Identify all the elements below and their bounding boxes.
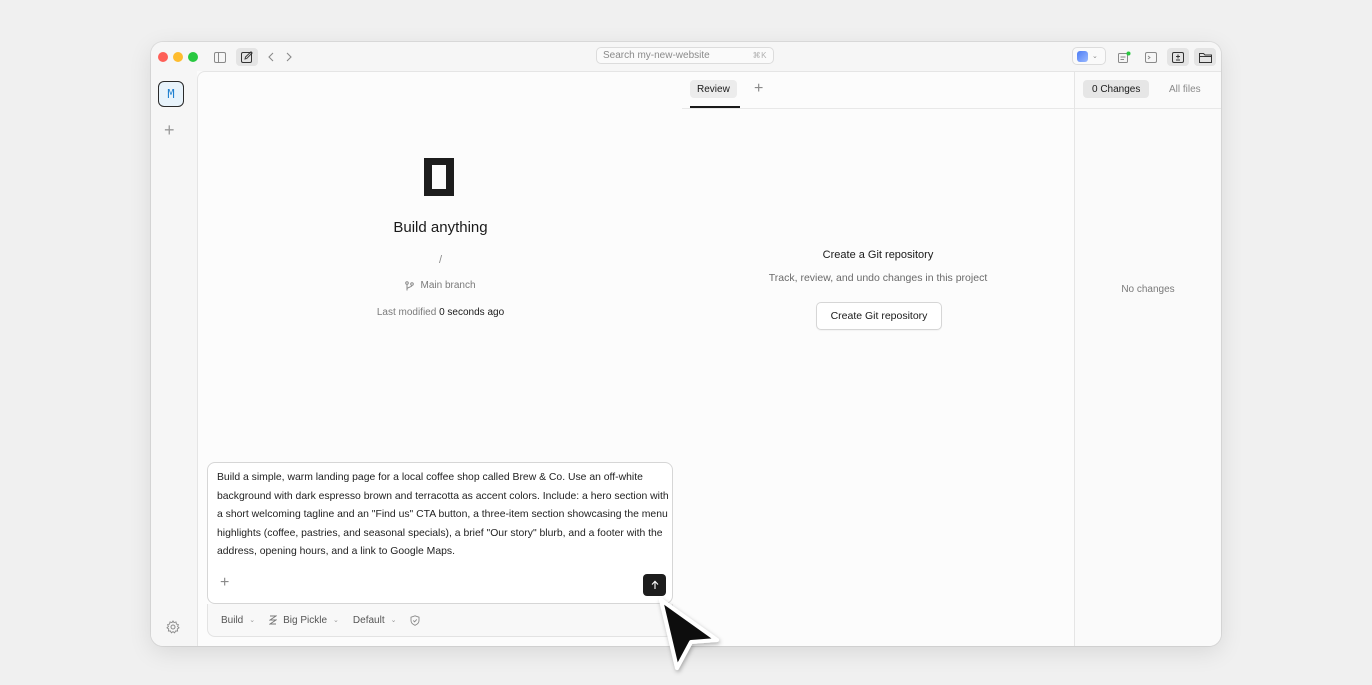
- review-panel: Review + Create a Git repository Track, …: [682, 71, 1074, 646]
- search-shortcut: ⌘K: [752, 51, 767, 60]
- terminal-icon[interactable]: [1140, 48, 1162, 66]
- agent-label: Build: [221, 614, 244, 626]
- mouse-cursor-icon: [659, 598, 719, 670]
- model-label: Big Pickle: [283, 614, 328, 626]
- branch-info: Main branch: [198, 280, 683, 291]
- project-path: /: [438, 254, 443, 266]
- open-in-app-dropdown[interactable]: ⌄: [1072, 47, 1106, 65]
- project-avatar-button[interactable]: M: [158, 81, 184, 107]
- add-project-icon[interactable]: +: [164, 121, 175, 139]
- search-placeholder: Search my-new-website: [603, 50, 710, 61]
- chevron-down-icon: ⌄: [333, 617, 339, 624]
- last-modified-value: 0 seconds ago: [439, 307, 505, 318]
- finder-app-icon: [1077, 50, 1088, 62]
- toggle-sidebar-icon[interactable]: [209, 48, 231, 66]
- git-empty-title: Create a Git repository: [822, 249, 934, 261]
- variant-select[interactable]: Default ⌄: [353, 615, 397, 626]
- git-empty-description: Track, review, and undo changes in this …: [768, 272, 988, 284]
- tab-all-files[interactable]: All files: [1160, 80, 1210, 98]
- prompt-composer[interactable]: Build a simple, warm landing page for a …: [207, 462, 673, 604]
- create-git-repository-button[interactable]: Create Git repository: [816, 302, 942, 330]
- model-select[interactable]: Big Pickle ⌄: [269, 615, 339, 626]
- tab-changes[interactable]: 0 Changes: [1083, 80, 1150, 98]
- project-rail: M +: [151, 71, 197, 646]
- review-tab-bar: Review +: [682, 72, 1074, 109]
- tab-review[interactable]: Review: [690, 80, 737, 98]
- chevron-down-icon: ⌄: [249, 617, 256, 624]
- attach-plus-icon[interactable]: +: [220, 575, 229, 591]
- model-icon: [269, 615, 278, 625]
- variant-label: Default: [352, 614, 385, 626]
- prompt-input[interactable]: Build a simple, warm landing page for a …: [217, 469, 669, 562]
- permissions-shield-icon[interactable]: [410, 614, 420, 626]
- title-bar: Search my-new-website ⌘K ⌄: [151, 42, 1221, 71]
- agent-select[interactable]: Build ⌄: [221, 615, 255, 626]
- session-title: Build anything: [393, 219, 488, 236]
- app-window: Search my-new-website ⌘K ⌄ M + Build any…: [151, 42, 1221, 646]
- review-panel-icon[interactable]: [1167, 48, 1189, 66]
- session-panel: Build anything / Main branch Last modifi…: [197, 71, 684, 646]
- close-window-button[interactable]: [158, 52, 168, 62]
- no-changes-text: No changes: [1121, 284, 1175, 295]
- settings-gear-icon[interactable]: [164, 618, 182, 636]
- new-session-icon[interactable]: [236, 48, 258, 66]
- changes-tab-bar: 0 Changes All files: [1075, 72, 1221, 109]
- chevron-down-icon: ⌄: [1092, 53, 1098, 60]
- arrow-up-icon: [651, 580, 658, 589]
- folder-icon[interactable]: [1194, 48, 1216, 66]
- git-branch-icon: [405, 280, 415, 290]
- forward-chevron-icon[interactable]: [278, 48, 300, 66]
- minimize-window-button[interactable]: [173, 52, 183, 62]
- send-button[interactable]: [643, 574, 666, 596]
- last-modified: Last modified 0 seconds ago: [198, 307, 683, 318]
- zoom-window-button[interactable]: [188, 52, 198, 62]
- add-tab-plus-icon[interactable]: +: [754, 80, 763, 98]
- status-panel-icon[interactable]: [1113, 48, 1135, 66]
- app-logo-icon: [424, 158, 454, 196]
- active-tab-indicator: [690, 106, 740, 108]
- chevron-down-icon: ⌄: [390, 617, 397, 624]
- project-initial: M: [167, 87, 175, 101]
- changes-panel: 0 Changes All files No changes: [1074, 71, 1221, 646]
- search-input[interactable]: Search my-new-website ⌘K: [596, 47, 774, 64]
- branch-name: Main branch: [420, 280, 476, 291]
- composer-options-bar: Build ⌄ Big Pickle ⌄ Default ⌄: [207, 604, 673, 637]
- last-modified-label: Last modified: [376, 307, 437, 318]
